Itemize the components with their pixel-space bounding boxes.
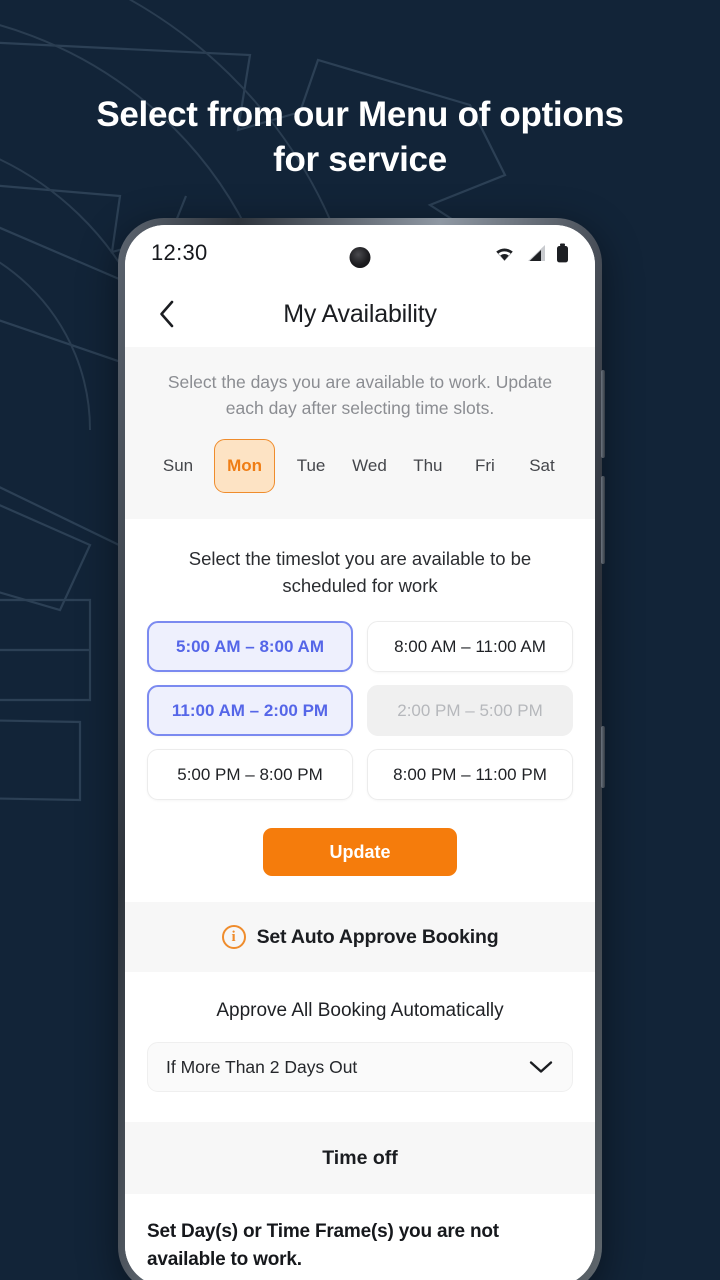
time-off-band-title: Time off [322,1146,398,1169]
timeslot-0800pm-1100pm[interactable]: 8:00 PM – 11:00 PM [367,749,573,800]
day-chip-wed[interactable]: Wed [347,449,392,483]
status-bar: 12:30 [125,225,595,281]
timeslot-section: Select the timeslot you are available to… [125,519,595,800]
phone-device-frame: 12:30 My Availability Select the days yo… [118,218,605,1280]
day-chip-sun[interactable]: Sun [157,449,199,483]
day-chip-mon[interactable]: Mon [214,439,275,493]
back-button[interactable] [149,297,183,331]
power-button[interactable] [601,726,605,788]
time-off-heading: Set Day(s) or Time Frame(s) you are not … [147,1221,499,1270]
day-selection-section: Select the days you are available to wor… [125,347,595,519]
info-icon[interactable]: i [221,925,246,949]
chevron-down-icon [529,1061,553,1073]
timeslot-instructions: Select the timeslot you are available to… [188,548,532,596]
status-bar-icons [493,243,569,263]
day-chip-fri[interactable]: Fri [464,449,506,483]
status-bar-clock: 12:30 [151,240,208,265]
update-button[interactable]: Update [263,828,457,876]
timeslot-0500am-0800am[interactable]: 5:00 AM – 8:00 AM [147,621,353,672]
update-button-row: Update [125,800,595,902]
chevron-left-icon [159,300,173,328]
time-off-section: Set Day(s) or Time Frame(s) you are not … [125,1194,595,1280]
day-chip-sat[interactable]: Sat [521,449,563,483]
volume-down-button[interactable] [601,476,605,564]
auto-approve-band: i Set Auto Approve Booking [125,902,595,972]
app-header: My Availability [125,281,595,347]
volume-up-button[interactable] [601,370,605,458]
approve-window-value: If More Than 2 Days Out [166,1056,358,1077]
timeslot-0500pm-0800pm[interactable]: 5:00 PM – 8:00 PM [147,749,353,800]
front-camera-punch-hole [349,247,371,268]
wifi-icon [496,248,513,261]
approve-all-label: Approve All Booking Automatically [216,1000,504,1021]
day-selection-instructions: Select the days you are available to wor… [167,372,553,418]
timeslot-1100am-0200pm[interactable]: 11:00 AM – 2:00 PM [147,685,353,736]
day-selector-row: Sun Mon Tue Wed Thu Fri Sat [145,439,575,493]
promo-headline: Select from our Menu of options for serv… [0,92,720,182]
page-title: My Availability [283,299,437,328]
timeslot-0200pm-0500pm: 2:00 PM – 5:00 PM [367,685,573,736]
promo-headline-line1: Select from our Menu of options [96,95,624,134]
auto-approve-settings: Approve All Booking Automatically If Mor… [125,972,595,1122]
timeslot-0800am-1100am[interactable]: 8:00 AM – 11:00 AM [367,621,573,672]
day-chip-tue[interactable]: Tue [290,449,332,483]
phone-screen: 12:30 My Availability Select the days yo… [125,225,595,1280]
auto-approve-band-title: Set Auto Approve Booking [256,925,499,948]
timeslot-grid: 5:00 AM – 8:00 AM 8:00 AM – 11:00 AM 11:… [147,621,573,800]
promo-headline-line2: for service [273,140,447,179]
day-chip-thu[interactable]: Thu [407,449,449,483]
time-off-band: Time off [125,1122,595,1194]
cellular-signal-icon [528,245,545,261]
battery-icon [557,243,568,263]
approve-window-dropdown[interactable]: If More Than 2 Days Out [147,1042,573,1092]
